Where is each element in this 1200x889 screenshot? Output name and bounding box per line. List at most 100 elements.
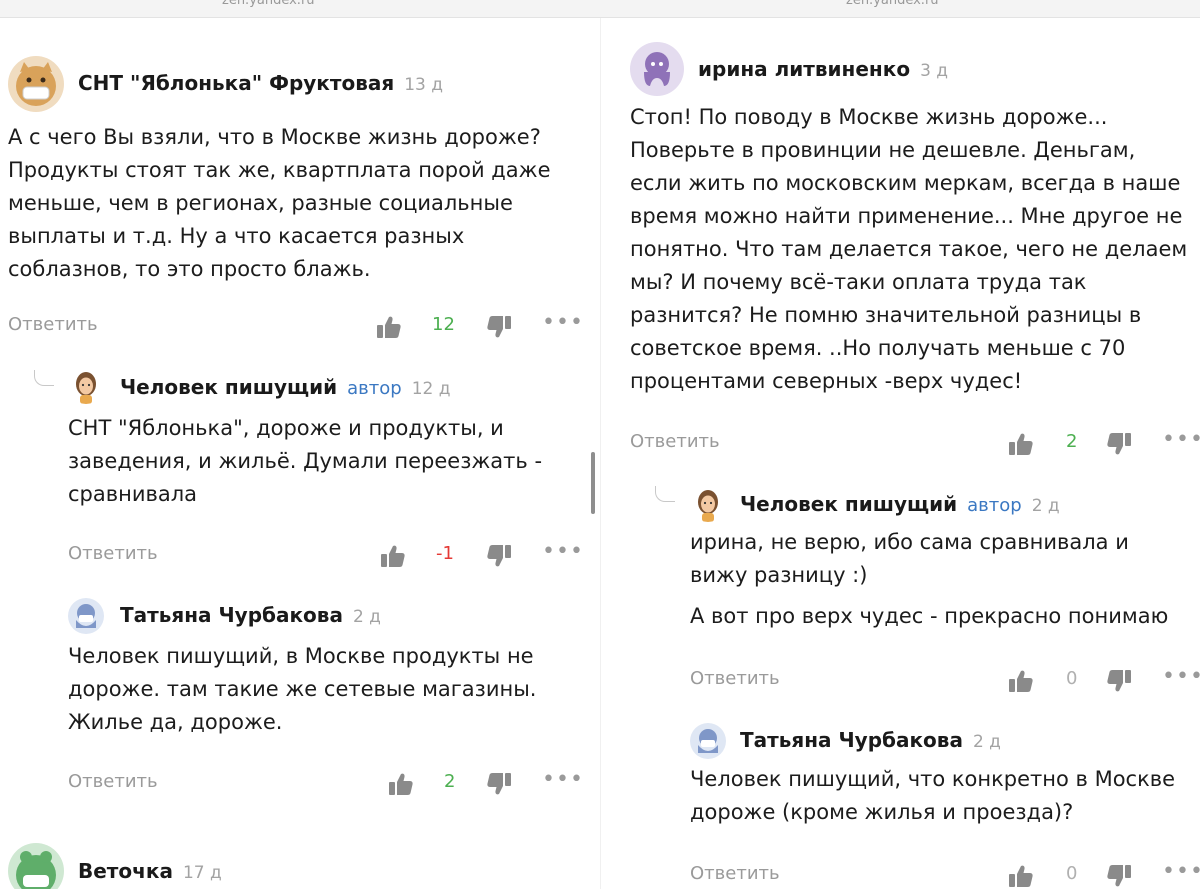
comment-author-line: ирина литвиненко 3 д <box>698 57 948 81</box>
comment-text: Человек пишущий, в Москве продукты не до… <box>68 640 588 739</box>
comment-actions: Ответить 2 ••• <box>68 767 583 801</box>
text-line: соблазнов, то это просто блажь. <box>8 257 371 281</box>
comment-vetochka: Веточка 17 д <box>8 843 588 889</box>
more-options-button[interactable]: ••• <box>542 539 584 564</box>
vote-count: 12 <box>432 314 455 335</box>
reply-button[interactable]: Ответить <box>630 431 720 452</box>
comment-author-line: Человек пишущий автор 12 д <box>120 375 450 399</box>
text-line: заведения, и жильё. Думали переезжать - <box>68 449 543 473</box>
dislike-icon[interactable] <box>1106 863 1132 889</box>
like-icon[interactable] <box>388 771 414 797</box>
reply-button[interactable]: Ответить <box>68 771 158 792</box>
author-name[interactable]: Человек пишущий <box>120 375 337 399</box>
text-line: Стоп! По поводу в Москве жизнь дороже... <box>630 105 1108 129</box>
more-options-button[interactable]: ••• <box>1162 427 1200 452</box>
vote-count: -1 <box>436 543 454 564</box>
octopus-mask-avatar[interactable] <box>690 723 726 759</box>
text-line: понятно. Что там делается такое, чего не… <box>630 237 1188 261</box>
author-name[interactable]: Татьяна Чурбакова <box>740 728 963 752</box>
comment-actions: Ответить 0 ••• <box>690 664 1200 698</box>
more-options-button[interactable]: ••• <box>1162 859 1200 884</box>
author-name[interactable]: Человек пишущий <box>740 492 957 516</box>
comment-actions: Ответить 12 ••• <box>8 310 583 344</box>
reply-button[interactable]: Ответить <box>8 314 98 335</box>
comment-text: СНТ "Яблонька", дороже и продукты, и зав… <box>68 412 588 511</box>
text-line: сравнивала <box>68 482 198 506</box>
octopus-mask-avatar[interactable] <box>68 598 104 634</box>
text-line: Жилье да, дороже. <box>68 710 283 734</box>
thread-connector <box>34 370 54 386</box>
comment-age: 13 д <box>404 75 443 95</box>
comment-tatyana-churbakova: Татьяна Чурбакова 2 д Человек пишущий, в … <box>68 598 588 739</box>
more-options-button[interactable]: ••• <box>542 310 584 335</box>
dislike-icon[interactable] <box>486 314 512 340</box>
text-line: мы? И почему всё-таки оплата труда так <box>630 270 1087 294</box>
comment-tatyana-churbakova: Татьяна Чурбакова 2 д Человек пишущий, чт… <box>690 723 1195 829</box>
like-icon[interactable] <box>1008 668 1034 694</box>
vote-count: 0 <box>1066 668 1078 689</box>
text-line: разнится? Не помню значительной разницы … <box>630 303 1142 327</box>
text-line: Продукты стоят так же, квартплата порой … <box>8 158 551 182</box>
reply-button[interactable]: Ответить <box>68 543 158 564</box>
scrollbar[interactable] <box>591 452 595 514</box>
text-line: Поверьте в провинции не дешевле. Деньгам… <box>630 138 1136 162</box>
comment-author-line: Татьяна Чурбакова 2 д <box>120 603 381 627</box>
cat-mask-avatar[interactable] <box>8 56 64 112</box>
comment-actions: Ответить 2 ••• <box>630 427 1200 461</box>
comment-text: Стоп! По поводу в Москве жизнь дороже...… <box>630 101 1195 398</box>
reply-button[interactable]: Ответить <box>690 863 780 884</box>
more-options-button[interactable]: ••• <box>1162 664 1200 689</box>
comment-actions: Ответить 0 ••• <box>690 859 1200 889</box>
text-line: СНТ "Яблонька", дороже и продукты, и <box>68 416 504 440</box>
comment-age: 2 д <box>972 732 1001 752</box>
text-line: Человек пишущий, что конкретно в Москве <box>690 767 1176 791</box>
text-line: если жить по московским меркам, всегда в… <box>630 171 1181 195</box>
author-name[interactable]: Веточка <box>78 859 173 883</box>
comment-age: 2 д <box>1031 496 1060 516</box>
like-icon[interactable] <box>1008 431 1034 457</box>
browser-url-strip: zen.yandex.ru zen.yandex.ru <box>0 0 1200 18</box>
comment-age: 17 д <box>182 863 222 883</box>
comment-text: Человек пишущий, что конкретно в Москве … <box>690 763 1195 829</box>
reply-button[interactable]: Ответить <box>690 668 780 689</box>
comment-age: 12 д <box>411 379 451 399</box>
dislike-icon[interactable] <box>1106 668 1132 694</box>
like-icon[interactable] <box>380 543 406 569</box>
octopus-avatar[interactable] <box>630 42 684 96</box>
author-name[interactable]: Татьяна Чурбакова <box>120 603 343 627</box>
text-line: А с чего Вы взяли, что в Москве жизнь до… <box>8 125 541 149</box>
frog-mask-avatar[interactable] <box>8 843 64 889</box>
dislike-icon[interactable] <box>486 543 512 569</box>
vote-count: 0 <box>1066 863 1078 884</box>
comment-age: 2 д <box>352 607 381 627</box>
more-options-button[interactable]: ••• <box>542 767 584 792</box>
girl-avatar[interactable] <box>68 368 104 404</box>
url-text-left: zen.yandex.ru <box>222 0 315 8</box>
comment-author-line: Веточка 17 д <box>78 859 222 883</box>
dislike-icon[interactable] <box>486 771 512 797</box>
text-line: А вот про верх чудес - прекрасно понимаю <box>690 604 1169 628</box>
comment-author-line: Татьяна Чурбакова 2 д <box>740 728 1001 752</box>
text-line: меньше, чем в регионах, разные социальны… <box>8 191 513 215</box>
like-icon[interactable] <box>376 314 402 340</box>
vote-count: 2 <box>1066 431 1078 452</box>
vote-count: 2 <box>444 771 456 792</box>
girl-avatar[interactable] <box>690 486 726 522</box>
author-name[interactable]: ирина литвиненко <box>698 57 910 81</box>
comment-text: А с чего Вы взяли, что в Москве жизнь до… <box>8 121 588 286</box>
comment-text: ирина, не верю, ибо сама сравнивала и ви… <box>690 526 1195 633</box>
column-divider <box>600 18 601 889</box>
url-text-right: zen.yandex.ru <box>846 0 939 8</box>
text-line: дороже. там такие же сетевые магазины. <box>68 677 537 701</box>
comment-chelovek-pishushchiy: Человек пишущий автор 2 д ирина, не верю, … <box>690 486 1195 633</box>
like-icon[interactable] <box>1008 863 1034 889</box>
text-line: процентами северных -верх чудес! <box>630 369 1023 393</box>
text-line: вижу разницу :) <box>690 563 868 587</box>
text-line: дороже (кроме жилья и проезда)? <box>690 800 1074 824</box>
comment-chelovek-pishushchiy: Человек пишущий автор 12 д СНТ "Яблонька",… <box>68 368 588 511</box>
text-line: время можно найти применение... Мне друг… <box>630 204 1183 228</box>
author-name[interactable]: СНТ "Яблонька" Фруктовая <box>78 71 394 95</box>
dislike-icon[interactable] <box>1106 431 1132 457</box>
text-line: ирина, не верю, ибо сама сравнивала и <box>690 530 1129 554</box>
thread-connector <box>655 486 675 502</box>
